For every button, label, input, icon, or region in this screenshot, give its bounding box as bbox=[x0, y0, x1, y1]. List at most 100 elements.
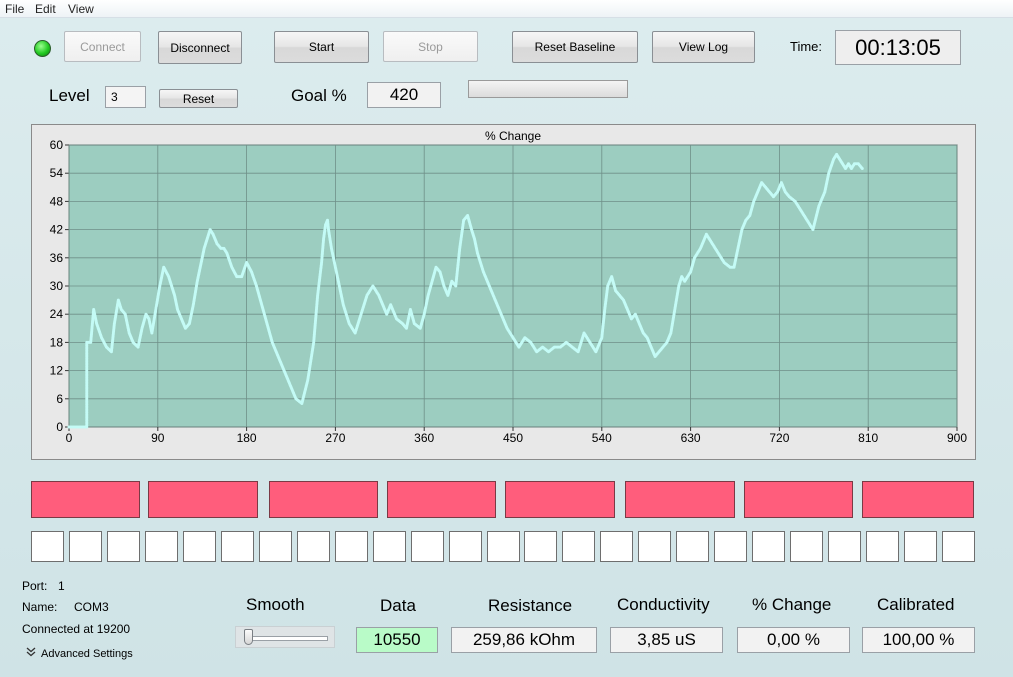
y-tick-label: 42 bbox=[50, 223, 64, 237]
start-button[interactable]: Start bbox=[274, 31, 369, 63]
level-input[interactable]: 3 bbox=[105, 86, 146, 108]
progress-cell bbox=[638, 531, 671, 562]
progress-cell bbox=[790, 531, 823, 562]
level-indicator-block bbox=[269, 481, 378, 518]
progress-cell bbox=[866, 531, 899, 562]
resistance-value: 259,86 kOhm bbox=[451, 627, 597, 653]
percent-change-chart: % Change 0 6 12 18 24 30 36 42 48 54 60 0 90 180 270 360… bbox=[50, 129, 968, 445]
port-label: Port: bbox=[22, 579, 48, 593]
progress-cell bbox=[107, 531, 140, 562]
level-reset-button[interactable]: Reset bbox=[159, 89, 238, 108]
progress-cell bbox=[752, 531, 785, 562]
progress-cell bbox=[828, 531, 861, 562]
advanced-settings-label: Advanced Settings bbox=[41, 647, 133, 660]
resistance-label: Resistance bbox=[488, 596, 573, 615]
menu-view[interactable]: View bbox=[68, 2, 94, 16]
progress-cell bbox=[373, 531, 406, 562]
y-tick-label: 30 bbox=[50, 279, 64, 293]
connect-button[interactable]: Connect bbox=[64, 31, 141, 62]
conductivity-label: Conductivity bbox=[617, 595, 710, 614]
menu-edit[interactable]: Edit bbox=[35, 2, 56, 16]
progress-cell bbox=[942, 531, 975, 562]
x-tick-label: 630 bbox=[681, 431, 701, 445]
smooth-label: Smooth bbox=[246, 595, 305, 614]
y-tick-label: 24 bbox=[50, 307, 64, 321]
elapsed-time-display: 00:13:05 bbox=[835, 30, 961, 65]
goal-input[interactable]: 420 bbox=[367, 82, 441, 108]
progress-cell bbox=[297, 531, 330, 562]
level-indicator-block bbox=[387, 481, 496, 518]
port-value: 1 bbox=[58, 579, 65, 593]
stop-button[interactable]: Stop bbox=[383, 31, 478, 62]
progress-cell bbox=[31, 531, 64, 562]
goal-label: Goal % bbox=[291, 86, 347, 105]
progress-cell bbox=[904, 531, 937, 562]
y-tick-label: 6 bbox=[56, 392, 63, 406]
level-label: Level bbox=[49, 86, 90, 105]
disconnect-button[interactable]: Disconnect bbox=[158, 31, 242, 64]
progress-cell bbox=[183, 531, 216, 562]
y-tick-label: 0 bbox=[56, 420, 63, 434]
goal-progress-bar bbox=[468, 80, 628, 98]
chart-title: % Change bbox=[485, 129, 541, 143]
x-tick-label: 360 bbox=[414, 431, 434, 445]
smooth-slider-thumb[interactable] bbox=[244, 629, 253, 645]
progress-cell bbox=[145, 531, 178, 562]
x-tick-label: 540 bbox=[592, 431, 612, 445]
level-indicator-block bbox=[862, 481, 974, 518]
conductivity-value: 3,85 uS bbox=[610, 627, 723, 653]
advanced-settings-toggle[interactable]: Advanced Settings bbox=[26, 647, 133, 660]
y-tick-label: 48 bbox=[50, 194, 64, 208]
progress-cell bbox=[69, 531, 102, 562]
progress-cell bbox=[335, 531, 368, 562]
progress-cell bbox=[411, 531, 444, 562]
connection-status-led bbox=[34, 40, 51, 57]
progress-cell bbox=[600, 531, 633, 562]
chart-panel: % Change 0 6 12 18 24 30 36 42 48 54 60 0 90 180 270 360… bbox=[31, 124, 976, 460]
data-label: Data bbox=[380, 596, 416, 615]
percent-change-label: % Change bbox=[752, 595, 832, 614]
progress-cell bbox=[562, 531, 595, 562]
progress-cell bbox=[221, 531, 254, 562]
y-tick-label: 18 bbox=[50, 335, 64, 349]
progress-cell bbox=[524, 531, 557, 562]
double-chevron-down-icon bbox=[26, 647, 36, 660]
x-tick-label: 90 bbox=[151, 431, 165, 445]
y-tick-label: 60 bbox=[50, 138, 64, 152]
x-tick-label: 720 bbox=[769, 431, 789, 445]
smooth-slider[interactable] bbox=[235, 626, 335, 648]
name-value: COM3 bbox=[74, 600, 109, 614]
progress-cell bbox=[259, 531, 292, 562]
data-point bbox=[860, 167, 864, 170]
time-label: Time: bbox=[790, 39, 823, 54]
x-tick-label: 450 bbox=[503, 431, 523, 445]
progress-cell bbox=[449, 531, 482, 562]
calibrated-label: Calibrated bbox=[877, 595, 955, 614]
y-tick-label: 54 bbox=[50, 166, 64, 180]
data-value: 10550 bbox=[356, 627, 438, 653]
level-indicator-block bbox=[505, 481, 615, 518]
x-tick-label: 180 bbox=[237, 431, 257, 445]
x-tick-label: 810 bbox=[858, 431, 878, 445]
x-tick-label: 0 bbox=[66, 431, 73, 445]
smooth-slider-rail bbox=[244, 636, 328, 641]
x-tick-label: 270 bbox=[325, 431, 345, 445]
level-indicator-block bbox=[31, 481, 140, 518]
menu-file[interactable]: File bbox=[5, 2, 24, 16]
level-indicator-block bbox=[744, 481, 853, 518]
connection-status-text: Connected at 19200 bbox=[22, 622, 131, 636]
name-label: Name: bbox=[22, 600, 58, 614]
x-tick-label: 900 bbox=[947, 431, 967, 445]
level-indicator-block bbox=[148, 481, 258, 518]
view-log-button[interactable]: View Log bbox=[652, 31, 755, 63]
reset-baseline-button[interactable]: Reset Baseline bbox=[512, 31, 638, 63]
progress-cell bbox=[487, 531, 520, 562]
menu-bar: File Edit View bbox=[0, 0, 1013, 18]
y-tick-label: 36 bbox=[50, 251, 64, 265]
calibrated-value: 100,00 % bbox=[862, 627, 975, 653]
percent-change-value: 0,00 % bbox=[737, 627, 850, 653]
progress-cell bbox=[676, 531, 709, 562]
progress-cell bbox=[714, 531, 747, 562]
level-indicator-block bbox=[625, 481, 735, 518]
y-tick-label: 12 bbox=[50, 364, 64, 378]
